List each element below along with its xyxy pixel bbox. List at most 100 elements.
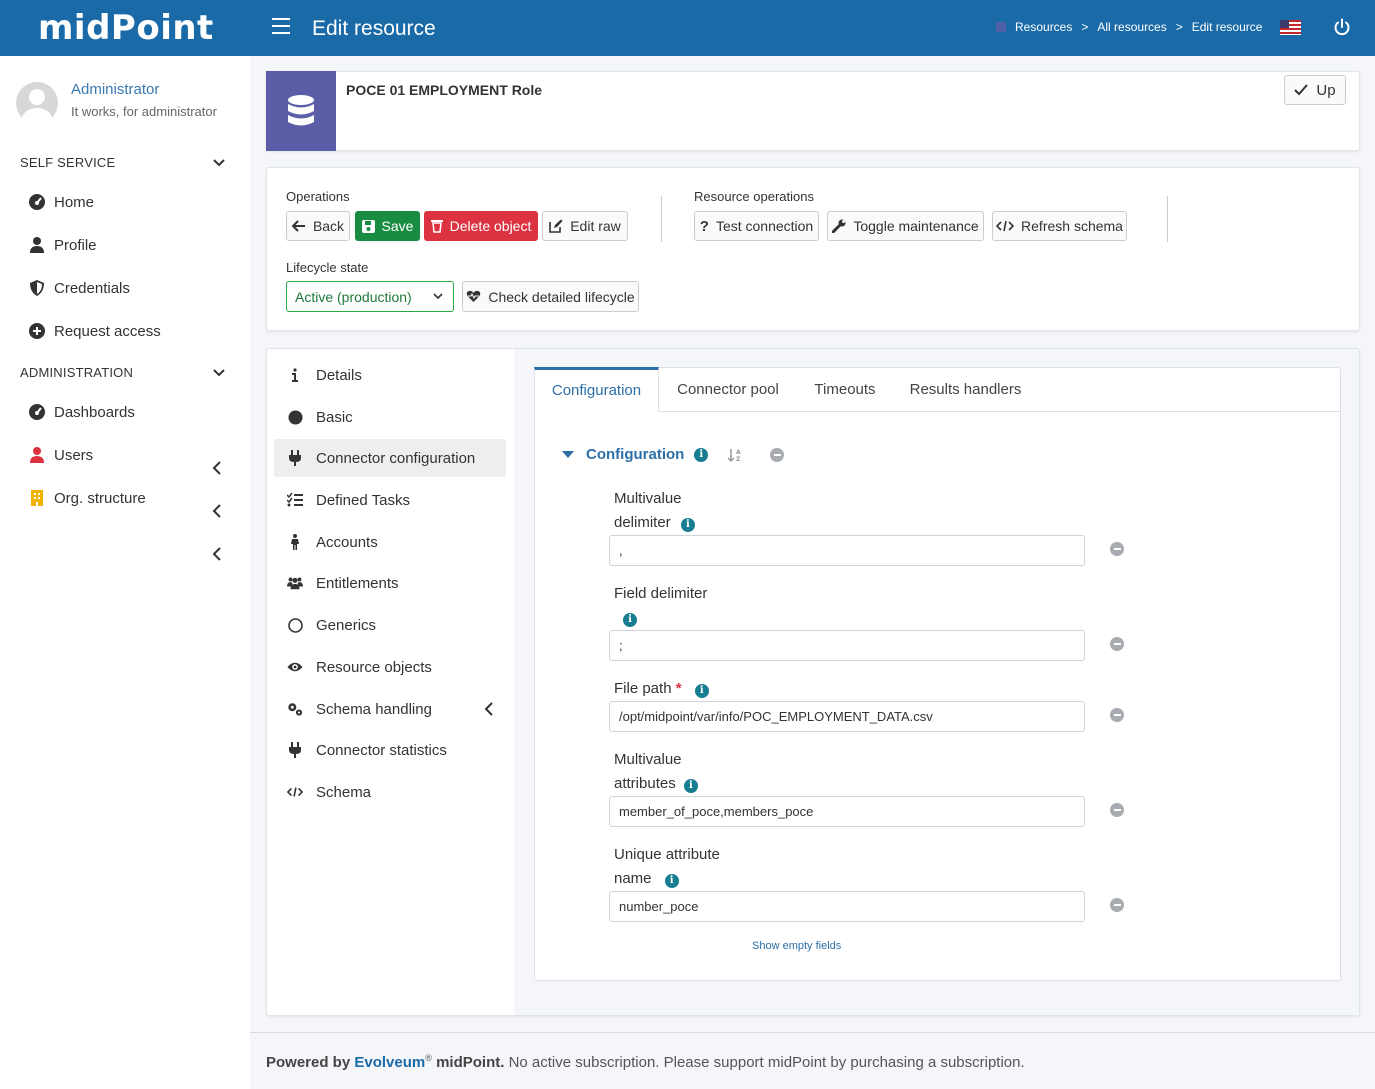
user-name[interactable]: Administrator <box>71 81 159 98</box>
lifecycle-state-select[interactable]: Active (production) <box>286 281 454 312</box>
administration-header[interactable]: ADMINISTRATION <box>20 365 133 380</box>
operations-title: Operations <box>286 189 350 204</box>
field-label: Unique attribute name i <box>614 843 720 891</box>
menu-item-label: Entitlements <box>316 574 399 592</box>
sidebar-item-request-access[interactable]: Request access <box>28 322 161 340</box>
check-detailed-lifecycle-button[interactable]: Check detailed lifecycle <box>462 281 639 312</box>
user-icon <box>28 236 46 254</box>
file-path-input[interactable]: /opt/midpoint/var/info/POC_EMPLOYMENT_DA… <box>609 701 1085 732</box>
field-label-line: attributes <box>614 775 676 792</box>
menu-item-basic[interactable]: Basic <box>274 398 506 436</box>
info-icon[interactable]: i <box>623 613 637 627</box>
lifecycle-state-value: Active (production) <box>295 289 412 305</box>
menu-item-generics[interactable]: Generics <box>274 606 506 644</box>
back-button[interactable]: Back <box>286 211 350 241</box>
self-service-header[interactable]: SELF SERVICE <box>20 155 115 170</box>
heartbeat-icon <box>467 290 481 302</box>
lifecycle-label: Lifecycle state <box>286 260 369 275</box>
menu-item-accounts[interactable]: Accounts <box>274 523 506 561</box>
field-label-line: File path <box>614 680 672 697</box>
sidebar-item-profile[interactable]: Profile <box>28 236 97 254</box>
us-flag-icon[interactable] <box>1280 20 1301 35</box>
tab-connector-pool[interactable]: Connector pool <box>664 367 792 412</box>
unique-attribute-name-input[interactable]: number_poce <box>609 891 1085 922</box>
tab-results-handlers[interactable]: Results handlers <box>898 367 1033 412</box>
sidebar-item-org-structure[interactable]: Org. structure <box>28 489 146 507</box>
up-button[interactable]: Up <box>1284 75 1346 105</box>
test-connection-button[interactable]: ? Test connection <box>694 211 819 241</box>
remove-icon[interactable] <box>1110 803 1124 817</box>
multivalue-attributes-input[interactable]: member_of_poce,members_poce <box>609 796 1085 827</box>
toggle-maintenance-button-label: Toggle maintenance <box>853 218 979 234</box>
edit-raw-button[interactable]: Edit raw <box>542 211 628 241</box>
menu-item-label: Schema handling <box>316 700 432 718</box>
show-empty-fields-link[interactable]: Show empty fields <box>752 940 841 952</box>
multivalue-delimiter-input[interactable]: , <box>609 535 1085 566</box>
chevron-down-icon[interactable] <box>212 156 226 170</box>
toggle-maintenance-button[interactable]: Toggle maintenance <box>827 211 984 241</box>
breadcrumb-edit-resource[interactable]: Edit resource <box>1192 20 1263 34</box>
breadcrumb-resources[interactable]: Resources <box>1015 20 1072 34</box>
chevron-left-icon[interactable] <box>212 461 222 475</box>
info-icon[interactable]: i <box>683 779 698 793</box>
menu-item-entitlements[interactable]: Entitlements <box>274 564 506 602</box>
menu-item-schema-handling[interactable]: Schema handling <box>274 690 506 728</box>
save-button[interactable]: Save <box>355 211 420 241</box>
plus-circle-icon <box>28 322 46 340</box>
caret-down-icon[interactable] <box>562 450 574 459</box>
breadcrumb-all-resources[interactable]: All resources <box>1097 20 1166 34</box>
svg-text:A: A <box>736 449 741 456</box>
sidebar-item-home[interactable]: Home <box>28 193 94 211</box>
menu-item-schema[interactable]: Schema <box>274 773 506 811</box>
menu-item-connector-configuration[interactable]: Connector configuration <box>274 439 506 477</box>
delete-object-button[interactable]: Delete object <box>424 211 538 241</box>
circle-outline-icon <box>287 617 303 633</box>
menu-item-label: Resource objects <box>316 658 432 676</box>
sidebar-item-users[interactable]: Users <box>28 446 93 464</box>
sidebar-item-dashboards[interactable]: Dashboards <box>28 403 135 421</box>
question-icon: ? <box>699 217 709 235</box>
tab-timeouts[interactable]: Timeouts <box>800 367 890 412</box>
remove-icon[interactable] <box>1110 898 1124 912</box>
chevron-left-icon[interactable] <box>484 702 494 716</box>
divider <box>1167 196 1168 242</box>
chevron-left-icon[interactable] <box>212 504 222 518</box>
refresh-schema-button[interactable]: Refresh schema <box>992 211 1127 241</box>
power-icon[interactable] <box>1333 18 1351 36</box>
remove-icon[interactable] <box>770 447 785 462</box>
user-subtitle: It works, for administrator <box>71 104 217 119</box>
info-icon[interactable]: i <box>664 874 679 888</box>
menu-item-connector-statistics[interactable]: Connector statistics <box>274 731 506 769</box>
top-header: midPoint Edit resource Resources > All r… <box>0 0 1375 56</box>
tab-configuration[interactable]: Configuration <box>534 367 659 412</box>
sidebar-item-label: Home <box>54 193 95 211</box>
breadcrumb-separator: > <box>1175 20 1183 34</box>
menu-item-defined-tasks[interactable]: Defined Tasks <box>274 481 506 519</box>
sidebar-item-credentials[interactable]: Credentials <box>28 279 130 297</box>
chevron-down-icon[interactable] <box>212 366 226 380</box>
sidebar-item-label: Dashboards <box>54 403 135 421</box>
page-title: Edit resource <box>312 17 436 40</box>
sidebar-item-label: Credentials <box>54 279 130 297</box>
field-label-line: Multivalue <box>614 490 682 507</box>
evolveum-link[interactable]: Evolveum <box>354 1054 425 1071</box>
remove-icon[interactable] <box>1110 637 1124 651</box>
configuration-heading[interactable]: Configuration <box>586 446 684 463</box>
midpoint-logo[interactable]: midPoint <box>38 8 214 48</box>
sort-icon[interactable]: AZ <box>728 448 746 462</box>
hamburger-menu-icon[interactable] <box>272 18 290 34</box>
field-label-line: Unique attribute <box>614 846 720 863</box>
remove-icon[interactable] <box>1110 542 1124 556</box>
chevron-left-icon[interactable] <box>212 547 222 561</box>
sidebar-item-label: Org. structure <box>54 489 146 507</box>
field-delimiter-input[interactable]: ; <box>609 630 1085 661</box>
info-icon[interactable]: i <box>694 447 709 462</box>
divider <box>661 196 662 242</box>
info-icon[interactable]: i <box>694 684 709 698</box>
menu-item-details[interactable]: Details <box>274 356 506 394</box>
user-icon <box>28 446 46 464</box>
cogs-icon <box>287 701 303 717</box>
info-icon[interactable]: i <box>680 518 695 532</box>
menu-item-resource-objects[interactable]: Resource objects <box>274 648 506 686</box>
remove-icon[interactable] <box>1110 708 1124 722</box>
